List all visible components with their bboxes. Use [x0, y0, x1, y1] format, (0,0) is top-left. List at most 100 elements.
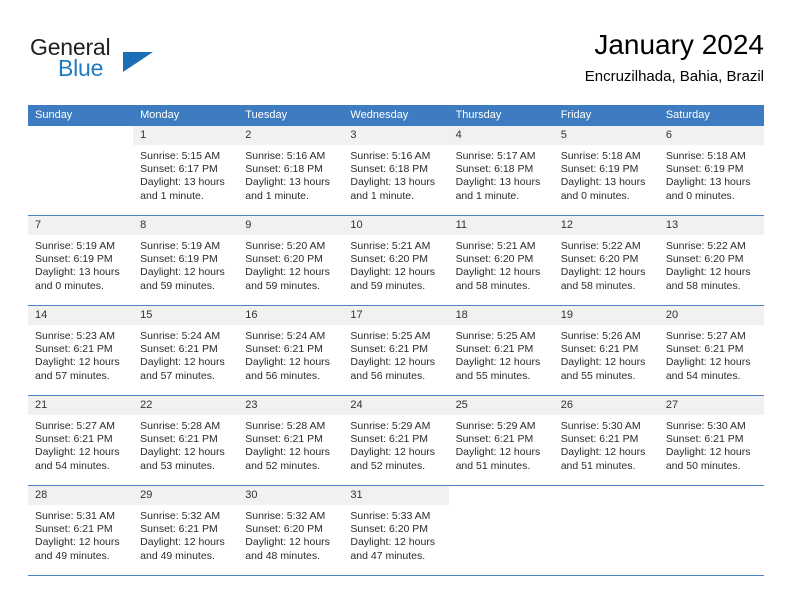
sunset-time: Sunset: 6:21 PM — [140, 523, 218, 536]
daylight-duration-line2: and 58 minutes. — [560, 279, 636, 292]
day-number: 21 — [28, 396, 134, 415]
day-number: 26 — [553, 396, 659, 415]
day-number — [28, 126, 133, 145]
calendar-day-cell[interactable]: 31 Sunrise: 5:33 AM Sunset: 6:20 PM Dayligh… — [343, 485, 449, 576]
day-number — [659, 486, 764, 505]
calendar-day-cell[interactable]: 26 Sunrise: 5:30 AM Sunset: 6:21 PM Dayligh… — [553, 395, 659, 486]
day-details: Sunrise: 5:28 AM Sunset: 6:21 PM Daylight:… — [238, 415, 343, 473]
calendar-cell-empty — [28, 126, 134, 216]
daylight-duration-line2: and 58 minutes. — [455, 279, 531, 292]
calendar-day-cell[interactable]: 9 Sunrise: 5:20 AM Sunset: 6:20 PM Daylight… — [238, 215, 344, 306]
daylight-duration-line1: Daylight: 13 hours — [350, 176, 436, 189]
calendar-week-row: 7 Sunrise: 5:19 AM Sunset: 6:19 PM Daylight… — [28, 215, 764, 306]
calendar-day-cell[interactable]: 16 Sunrise: 5:24 AM Sunset: 6:21 PM Dayligh… — [238, 305, 344, 396]
calendar-day-cell[interactable]: 21 Sunrise: 5:27 AM Sunset: 6:21 PM Dayligh… — [28, 395, 134, 486]
calendar-day-cell[interactable]: 4 Sunrise: 5:17 AM Sunset: 6:18 PM Daylight… — [448, 126, 554, 216]
calendar-day-cell[interactable]: 17 Sunrise: 5:25 AM Sunset: 6:21 PM Dayligh… — [343, 305, 449, 396]
calendar-day-cell[interactable]: 2 Sunrise: 5:16 AM Sunset: 6:18 PM Daylight… — [238, 126, 344, 216]
calendar-cell-inner: 31 Sunrise: 5:33 AM Sunset: 6:20 PM Dayligh… — [343, 486, 449, 575]
day-number: 10 — [343, 216, 449, 235]
calendar-day-cell[interactable]: 24 Sunrise: 5:29 AM Sunset: 6:21 PM Dayligh… — [343, 395, 449, 486]
calendar-day-cell[interactable]: 3 Sunrise: 5:16 AM Sunset: 6:18 PM Daylight… — [343, 126, 449, 216]
sunrise-time: Sunrise: 5:28 AM — [245, 420, 326, 432]
day-number: 30 — [238, 486, 344, 505]
sunrise-time: Sunrise: 5:30 AM — [560, 420, 641, 432]
daylight-duration-line2: and 55 minutes. — [560, 369, 636, 382]
sunset-time: Sunset: 6:21 PM — [350, 433, 429, 446]
calendar-cell-inner: 24 Sunrise: 5:29 AM Sunset: 6:21 PM Dayligh… — [343, 396, 449, 485]
calendar-day-cell[interactable]: 18 Sunrise: 5:25 AM Sunset: 6:21 PM Dayligh… — [448, 305, 554, 396]
calendar-day-cell[interactable]: 20 Sunrise: 5:27 AM Sunset: 6:21 PM Dayligh… — [658, 305, 764, 396]
daylight-duration-line2: and 47 minutes. — [350, 549, 426, 562]
daylight-duration-line1: Daylight: 13 hours — [455, 176, 541, 189]
calendar-cell-inner: 27 Sunrise: 5:30 AM Sunset: 6:21 PM Dayligh… — [658, 396, 764, 485]
weekday-header-thursday: Thursday — [448, 105, 554, 126]
calendar-day-cell[interactable]: 10 Sunrise: 5:21 AM Sunset: 6:20 PM Dayligh… — [343, 215, 449, 306]
daylight-duration-line1: Daylight: 12 hours — [350, 536, 436, 549]
day-details: Sunrise: 5:27 AM Sunset: 6:21 PM Daylight:… — [659, 325, 764, 383]
calendar-day-cell[interactable]: 8 Sunrise: 5:19 AM Sunset: 6:19 PM Daylight… — [133, 215, 239, 306]
sunrise-time: Sunrise: 5:29 AM — [350, 420, 431, 432]
sunrise-time: Sunrise: 5:25 AM — [350, 330, 431, 342]
calendar-page: General Blue January 2024 Encruzilhada, … — [0, 0, 792, 612]
calendar-day-cell[interactable]: 6 Sunrise: 5:18 AM Sunset: 6:19 PM Daylight… — [658, 126, 764, 216]
calendar-day-cell[interactable]: 22 Sunrise: 5:28 AM Sunset: 6:21 PM Dayligh… — [133, 395, 239, 486]
day-details: Sunrise: 5:30 AM Sunset: 6:21 PM Daylight:… — [659, 415, 764, 473]
day-details: Sunrise: 5:24 AM Sunset: 6:21 PM Daylight:… — [238, 325, 343, 383]
calendar-day-cell[interactable]: 15 Sunrise: 5:24 AM Sunset: 6:21 PM Dayligh… — [133, 305, 239, 396]
calendar-day-cell[interactable]: 11 Sunrise: 5:21 AM Sunset: 6:20 PM Dayligh… — [448, 215, 554, 306]
calendar-day-cell[interactable]: 29 Sunrise: 5:32 AM Sunset: 6:21 PM Dayligh… — [133, 485, 239, 576]
calendar-day-cell[interactable]: 14 Sunrise: 5:23 AM Sunset: 6:21 PM Dayligh… — [28, 305, 134, 396]
calendar-day-cell[interactable]: 5 Sunrise: 5:18 AM Sunset: 6:19 PM Daylight… — [553, 126, 659, 216]
calendar-cell-inner: 26 Sunrise: 5:30 AM Sunset: 6:21 PM Dayligh… — [553, 396, 659, 485]
calendar-cell-inner: 12 Sunrise: 5:22 AM Sunset: 6:20 PM Dayligh… — [553, 216, 659, 305]
calendar-cell-inner — [28, 126, 133, 215]
daylight-duration-line2: and 51 minutes. — [455, 459, 531, 472]
sunrise-time: Sunrise: 5:16 AM — [350, 150, 431, 162]
daylight-duration-line2: and 59 minutes. — [140, 279, 215, 292]
daylight-duration-line2: and 48 minutes. — [245, 549, 320, 562]
daylight-duration-line2: and 1 minute. — [455, 189, 520, 202]
calendar-cell-inner: 18 Sunrise: 5:25 AM Sunset: 6:21 PM Dayligh… — [448, 306, 554, 395]
day-details: Sunrise: 5:27 AM Sunset: 6:21 PM Daylight:… — [28, 415, 133, 473]
calendar-day-cell[interactable]: 19 Sunrise: 5:26 AM Sunset: 6:21 PM Dayligh… — [553, 305, 659, 396]
calendar-day-cell[interactable]: 12 Sunrise: 5:22 AM Sunset: 6:20 PM Dayligh… — [553, 215, 659, 306]
calendar-day-cell[interactable]: 23 Sunrise: 5:28 AM Sunset: 6:21 PM Dayligh… — [238, 395, 344, 486]
calendar-day-cell[interactable]: 28 Sunrise: 5:31 AM Sunset: 6:21 PM Dayligh… — [28, 485, 134, 576]
calendar-week-row: 21 Sunrise: 5:27 AM Sunset: 6:21 PM Dayligh… — [28, 395, 764, 486]
day-number: 18 — [448, 306, 554, 325]
calendar-cell-empty — [658, 485, 764, 576]
sunset-time: Sunset: 6:18 PM — [455, 163, 534, 176]
sunset-time: Sunset: 6:19 PM — [35, 253, 113, 266]
calendar-day-cell[interactable]: 13 Sunrise: 5:22 AM Sunset: 6:20 PM Dayligh… — [658, 215, 764, 306]
sunrise-time: Sunrise: 5:26 AM — [560, 330, 641, 342]
calendar-cell-inner: 3 Sunrise: 5:16 AM Sunset: 6:18 PM Daylight… — [343, 126, 449, 215]
brand-logo[interactable]: General Blue — [28, 34, 258, 92]
sunset-time: Sunset: 6:21 PM — [245, 343, 323, 356]
sunrise-time: Sunrise: 5:23 AM — [35, 330, 115, 342]
daylight-duration-line1: Daylight: 12 hours — [560, 356, 646, 369]
sunrise-time: Sunrise: 5:20 AM — [245, 240, 326, 252]
daylight-duration-line1: Daylight: 12 hours — [245, 446, 330, 459]
day-details: Sunrise: 5:17 AM Sunset: 6:18 PM Daylight:… — [449, 145, 554, 203]
calendar-day-cell[interactable]: 30 Sunrise: 5:32 AM Sunset: 6:20 PM Dayligh… — [238, 485, 344, 576]
calendar-day-cell[interactable]: 25 Sunrise: 5:29 AM Sunset: 6:21 PM Dayligh… — [448, 395, 554, 486]
daylight-duration-line1: Daylight: 13 hours — [560, 176, 646, 189]
calendar-week-row: 1 Sunrise: 5:15 AM Sunset: 6:17 PM Daylight… — [28, 126, 764, 216]
daylight-duration-line1: Daylight: 12 hours — [560, 266, 646, 279]
day-number: 1 — [133, 126, 239, 145]
day-details: Sunrise: 5:31 AM Sunset: 6:21 PM Daylight:… — [28, 505, 133, 563]
sunset-time: Sunset: 6:20 PM — [245, 523, 323, 536]
calendar-day-cell[interactable]: 27 Sunrise: 5:30 AM Sunset: 6:21 PM Dayligh… — [658, 395, 764, 486]
calendar-day-cell[interactable]: 1 Sunrise: 5:15 AM Sunset: 6:17 PM Daylight… — [133, 126, 239, 216]
day-number — [554, 486, 659, 505]
daylight-duration-line2: and 49 minutes. — [140, 549, 215, 562]
calendar-day-cell[interactable]: 7 Sunrise: 5:19 AM Sunset: 6:19 PM Daylight… — [28, 215, 134, 306]
weekday-header-friday: Friday — [553, 105, 659, 126]
day-number: 8 — [133, 216, 239, 235]
daylight-duration-line2: and 1 minute. — [140, 189, 204, 202]
day-number: 23 — [238, 396, 344, 415]
daylight-duration-line1: Daylight: 12 hours — [35, 446, 120, 459]
calendar-cell-inner: 11 Sunrise: 5:21 AM Sunset: 6:20 PM Dayligh… — [448, 216, 554, 305]
calendar-cell-inner: 13 Sunrise: 5:22 AM Sunset: 6:20 PM Dayligh… — [658, 216, 764, 305]
